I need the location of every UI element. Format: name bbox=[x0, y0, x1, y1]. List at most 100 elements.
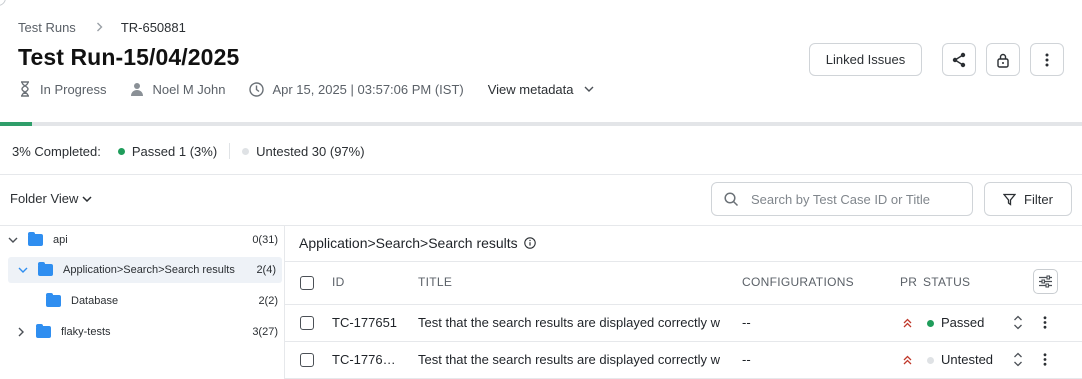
filter-button[interactable]: Filter bbox=[984, 182, 1072, 216]
divider bbox=[285, 261, 1082, 262]
share-button[interactable] bbox=[942, 43, 976, 76]
panel-title: Application>Search>Search results bbox=[299, 235, 536, 251]
search-box bbox=[711, 182, 973, 216]
status-label: Untested bbox=[941, 352, 994, 367]
sort-updown-icon[interactable] bbox=[1013, 352, 1023, 367]
folder-tree: api 0(31) Application>Search>Search resu… bbox=[0, 225, 285, 379]
folder-icon bbox=[36, 324, 51, 338]
column-header-configurations[interactable]: CONFIGURATIONS bbox=[742, 275, 854, 289]
info-icon[interactable] bbox=[523, 237, 536, 249]
test-case-configurations: -- bbox=[742, 352, 751, 367]
tree-item-label: flaky-tests bbox=[61, 326, 111, 338]
folder-view-label: Folder View bbox=[10, 191, 79, 206]
column-header-priority[interactable]: PR bbox=[900, 275, 917, 289]
breadcrumb: Test Runs TR-650881 bbox=[18, 20, 186, 35]
more-actions-button[interactable] bbox=[1030, 43, 1064, 76]
status-badge[interactable]: Untested bbox=[927, 352, 993, 367]
column-settings-button[interactable] bbox=[1033, 269, 1058, 294]
progress-bar bbox=[0, 122, 1082, 126]
tree-item-count: 0(31) bbox=[252, 234, 278, 246]
lock-icon bbox=[997, 53, 1009, 68]
test-case-id[interactable]: TC-177651 bbox=[332, 315, 402, 330]
priority-high-icon bbox=[903, 318, 912, 328]
assignee: Noel M John bbox=[130, 82, 225, 97]
chevron-right-icon bbox=[96, 20, 103, 35]
untested-text: Untested 30 (97%) bbox=[256, 143, 365, 159]
progress-fill bbox=[0, 122, 33, 126]
priority-high-icon bbox=[903, 355, 912, 365]
tree-item-label: api bbox=[53, 234, 68, 246]
breadcrumb-parent-link[interactable]: Test Runs bbox=[18, 20, 76, 35]
completion-summary: 3% Completed: Passed 1 (3%) Untested 30 … bbox=[12, 143, 365, 159]
chevron-down-icon bbox=[584, 86, 593, 92]
status-label: Passed bbox=[941, 315, 985, 330]
view-metadata-toggle[interactable]: View metadata bbox=[488, 82, 594, 97]
tree-item-flaky-tests[interactable]: flaky-tests 3(27) bbox=[0, 319, 284, 345]
folder-icon bbox=[38, 262, 53, 276]
search-input[interactable] bbox=[751, 191, 961, 207]
tree-item-api[interactable]: api 0(31) bbox=[0, 227, 284, 253]
test-case-configurations: -- bbox=[742, 315, 751, 330]
row-checkbox[interactable] bbox=[300, 316, 314, 330]
divider bbox=[0, 174, 1082, 175]
chevron-down-icon bbox=[8, 237, 18, 243]
assignee-name: Noel M John bbox=[152, 81, 226, 97]
divider bbox=[285, 304, 1082, 305]
completed-label: 3% Completed: bbox=[12, 143, 101, 159]
run-metadata: In Progress Noel M John Apr 15, 2025 | 0… bbox=[18, 81, 594, 97]
passed-text: Passed 1 (3%) bbox=[131, 143, 218, 159]
select-all-checkbox[interactable] bbox=[300, 276, 314, 290]
more-vertical-icon[interactable] bbox=[1043, 316, 1047, 329]
tree-item-count: 2(4) bbox=[256, 264, 276, 276]
passed-summary: Passed 1 (3%) bbox=[117, 143, 218, 159]
corner-indicator bbox=[0, 0, 6, 6]
test-case-id[interactable]: TC-1776… bbox=[332, 352, 402, 367]
tree-item-search-results[interactable]: Application>Search>Search results 2(4) bbox=[8, 257, 282, 283]
run-date: Apr 15, 2025 | 03:57:06 PM (IST) bbox=[249, 81, 464, 97]
untested-dot-icon bbox=[242, 147, 250, 155]
search-icon bbox=[724, 191, 739, 206]
more-vertical-icon bbox=[1045, 53, 1049, 66]
more-vertical-icon[interactable] bbox=[1043, 353, 1047, 366]
chevron-right-icon bbox=[18, 327, 24, 337]
hourglass-icon bbox=[21, 81, 29, 97]
header-actions: Linked Issues bbox=[809, 43, 1064, 76]
sort-updown-icon[interactable] bbox=[1013, 315, 1023, 330]
chevron-down-icon bbox=[82, 195, 92, 202]
filter-icon bbox=[1003, 193, 1017, 206]
column-header-status[interactable]: STATUS bbox=[923, 275, 970, 289]
untested-summary: Untested 30 (97%) bbox=[242, 143, 365, 159]
summary-divider bbox=[229, 143, 231, 159]
tree-item-label: Database bbox=[71, 295, 119, 307]
status-dot-icon bbox=[927, 357, 934, 365]
test-case-title[interactable]: Test that the search results are display… bbox=[418, 315, 730, 330]
test-case-title[interactable]: Test that the search results are display… bbox=[418, 352, 730, 367]
tree-item-count: 2(2) bbox=[258, 295, 278, 307]
user-icon bbox=[131, 83, 144, 96]
lock-button[interactable] bbox=[986, 43, 1020, 76]
status-indicator: In Progress bbox=[18, 81, 106, 97]
sliders-icon bbox=[1039, 275, 1052, 288]
folder-view-dropdown[interactable]: Folder View bbox=[10, 191, 92, 206]
column-header-id[interactable]: ID bbox=[332, 275, 345, 289]
run-date-text: Apr 15, 2025 | 03:57:06 PM (IST) bbox=[272, 81, 464, 97]
view-metadata-label: View metadata bbox=[487, 81, 574, 97]
row-checkbox[interactable] bbox=[300, 353, 314, 367]
chevron-down-icon bbox=[18, 267, 28, 273]
breadcrumb-current: TR-650881 bbox=[120, 20, 186, 35]
passed-dot-icon bbox=[117, 147, 125, 155]
folder-icon bbox=[28, 232, 43, 246]
tree-item-count: 3(27) bbox=[252, 326, 278, 338]
folder-icon bbox=[46, 293, 61, 307]
share-icon bbox=[952, 52, 966, 67]
column-header-title[interactable]: TITLE bbox=[418, 275, 452, 289]
divider bbox=[285, 341, 1082, 342]
status-text: In Progress bbox=[40, 81, 107, 97]
filter-label: Filter bbox=[1024, 191, 1053, 207]
tree-item-database[interactable]: Database 2(2) bbox=[0, 288, 284, 314]
status-dot-icon bbox=[927, 320, 934, 328]
status-badge[interactable]: Passed bbox=[927, 315, 984, 330]
clock-icon bbox=[249, 81, 265, 97]
tree-item-label: Application>Search>Search results bbox=[63, 264, 235, 276]
linked-issues-button[interactable]: Linked Issues bbox=[809, 43, 922, 76]
